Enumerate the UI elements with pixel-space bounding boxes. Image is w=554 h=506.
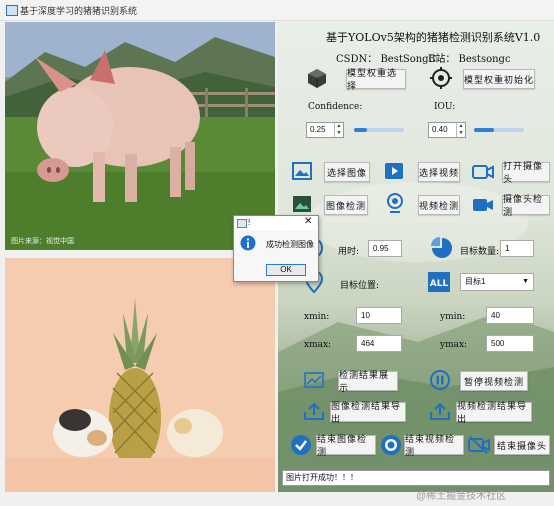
confidence-slider-fill <box>354 128 367 132</box>
confidence-spinbox[interactable]: 0.25 ▲ ▼ <box>306 122 344 138</box>
pie-chart-icon <box>431 237 452 258</box>
select-image-button[interactable]: 选择图像 <box>324 162 370 182</box>
info-icon <box>240 235 256 251</box>
control-panel: 基于YOLOv5架构的猪猪检测识别系统V1.0 CSDN： BestSongC … <box>278 22 554 492</box>
target-icon <box>430 67 452 89</box>
end-camera-button[interactable]: 结束摄像头 <box>494 435 550 455</box>
camera-detect-button[interactable]: 摄像头检测 <box>502 195 550 218</box>
message-dialog: ! ✕ 成功检测图像 OK <box>233 215 319 282</box>
csdn-label: CSDN： BestSongC <box>336 54 437 65</box>
camera-off-icon <box>468 436 490 454</box>
ok-button[interactable]: OK <box>266 264 306 276</box>
ymin-label: ymin: <box>440 312 466 322</box>
svg-text:ALL: ALL <box>430 279 449 289</box>
close-icon[interactable]: ✕ <box>304 216 312 227</box>
confidence-value: 0.25 <box>310 125 326 134</box>
image-detect-icon <box>293 196 311 212</box>
stop-icon <box>381 435 401 455</box>
count-label: 目标数量: <box>460 247 500 257</box>
open-camera-button[interactable]: 打开摄像头 <box>502 162 550 185</box>
ymin-field[interactable]: 40 <box>486 307 534 324</box>
iou-spinbox[interactable]: 0.40 ▲ ▼ <box>428 122 466 138</box>
xmin-label: xmin: <box>304 312 330 322</box>
iou-slider-fill <box>474 128 494 132</box>
dialog-title: ! <box>248 218 251 227</box>
result-photo <box>5 258 275 492</box>
time-label: 用时: <box>338 247 360 257</box>
show-results-button[interactable]: 检测结果展示 <box>338 371 398 394</box>
upload-icon <box>430 402 450 420</box>
status-bar: 图片打开成功！！！ <box>282 470 550 486</box>
all-targets-icon: ALL <box>428 272 450 292</box>
time-field[interactable]: 0.95 <box>368 240 402 257</box>
dialog-body: 成功检测图像 OK <box>234 230 318 281</box>
app-icon <box>6 5 18 16</box>
video-file-icon <box>385 163 403 179</box>
image-detect-button[interactable]: 图像检测 <box>324 195 368 215</box>
xmin-field[interactable]: 10 <box>356 307 402 324</box>
result-image-pane <box>5 258 275 492</box>
end-image-detect-button[interactable]: 结束图像检测 <box>316 435 376 458</box>
video-camera-icon <box>473 199 493 211</box>
image-icon <box>292 162 312 180</box>
ymax-field[interactable]: 500 <box>486 335 534 352</box>
check-circle-icon <box>291 435 311 455</box>
pause-icon <box>430 370 450 390</box>
upload-icon <box>304 402 324 420</box>
dialog-app-icon <box>237 219 247 228</box>
target-select-value: 目标1 <box>465 277 486 286</box>
pause-video-button[interactable]: 暂停视频检测 <box>460 371 528 391</box>
count-field[interactable]: 1 <box>500 240 534 257</box>
export-video-results-button[interactable]: 视频检测结果导出 <box>456 402 532 425</box>
ymax-label: ymax: <box>440 340 468 350</box>
watermark: @稀土掘金技术社区 <box>416 491 507 502</box>
app-title: 基于YOLOv5架构的猪猪检测识别系统V1.0 <box>326 31 541 44</box>
export-image-results-button[interactable]: 图像检测结果导出 <box>330 402 406 425</box>
line-chart-icon <box>304 372 324 388</box>
spin-arrows-icon[interactable]: ▲ ▼ <box>456 123 465 137</box>
webcam-icon <box>387 193 403 213</box>
confidence-label: Confidence: <box>308 102 363 112</box>
window-title: 基于深度学习的猪猪识别系统 <box>20 6 138 16</box>
position-label: 目标位置: <box>340 281 380 291</box>
window-titlebar: 基于深度学习的猪猪识别系统 <box>0 0 554 21</box>
dialog-message: 成功检测图像 <box>266 240 314 249</box>
xmax-label: xmax: <box>304 340 332 350</box>
select-video-button[interactable]: 选择视频 <box>418 162 460 182</box>
chevron-down-icon[interactable]: ▼ <box>522 274 529 289</box>
spin-arrows-icon[interactable]: ▲ ▼ <box>334 123 343 137</box>
select-weights-button[interactable]: 模型权重选择 <box>346 69 406 92</box>
xmax-field[interactable]: 464 <box>356 335 402 352</box>
image-caption: 图片来源：视觉中国 <box>11 238 74 245</box>
iou-label: IOU: <box>434 102 456 112</box>
end-video-detect-button[interactable]: 结束视频检测 <box>404 435 464 458</box>
video-detect-button[interactable]: 视频检测 <box>418 195 460 215</box>
init-weights-button[interactable]: 模型权重初始化 <box>463 69 535 89</box>
dialog-titlebar: ! ✕ <box>234 216 318 230</box>
iou-value: 0.40 <box>432 125 448 134</box>
bilibili-label: B站： Bestsongc <box>428 54 511 65</box>
target-select[interactable]: 目标1 ▼ <box>460 273 534 291</box>
cube-icon <box>308 69 326 88</box>
camera-icon <box>472 165 494 179</box>
